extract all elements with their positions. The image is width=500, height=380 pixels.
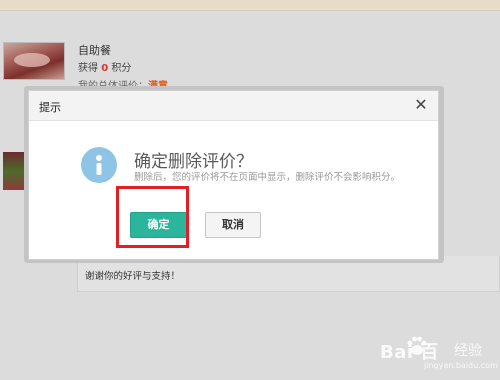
delete-confirm-dialog: 提示 ✕ 确定删除评价？ 删除后，您的评价将不在页面中显示，删除评价不会影响积分… xyxy=(28,90,439,260)
thanks-message: 谢谢你的好评与支持！ xyxy=(85,271,181,282)
item-name[interactable]: 自助餐 xyxy=(78,42,111,58)
food-thumbnail[interactable] xyxy=(3,42,65,80)
close-icon[interactable]: ✕ xyxy=(412,96,430,114)
cancel-button[interactable]: 取消 xyxy=(205,212,261,238)
paw-icon xyxy=(406,335,428,357)
points-prefix: 获得 xyxy=(78,63,98,74)
points-suffix: 积分 xyxy=(111,63,132,74)
points-earned: 获得 0 积分 xyxy=(78,59,131,74)
dialog-header: 提示 ✕ xyxy=(29,91,438,121)
dialog-title: 提示 xyxy=(39,101,61,114)
watermark-url: jingyan.baidu.com xyxy=(424,361,498,370)
annotation-highlight-box xyxy=(116,186,189,248)
info-icon xyxy=(81,147,117,183)
top-header-strip xyxy=(0,0,500,10)
watermark-sub: 经验 xyxy=(454,343,482,359)
baidu-jingyan-watermark: Bai 百 经验 jingyan.baidu.com xyxy=(380,334,500,374)
confirm-question: 确定删除评价？ xyxy=(134,152,253,172)
confirm-description: 删除后，您的评价将不在页面中显示，删除评价不会影响积分。 xyxy=(134,172,401,183)
points-value: 0 xyxy=(101,63,109,74)
